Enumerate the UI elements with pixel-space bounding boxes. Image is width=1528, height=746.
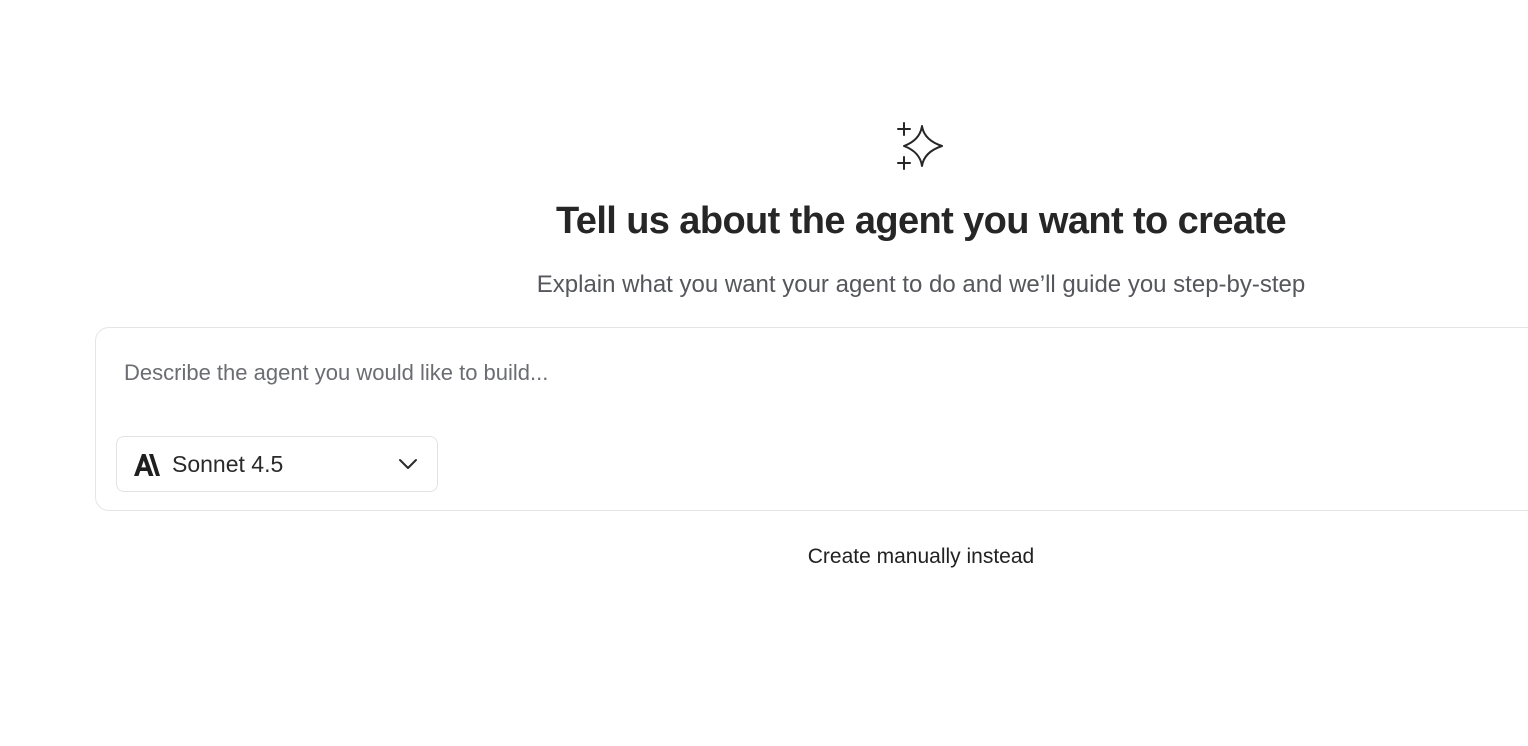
sparkle-icon	[897, 122, 943, 170]
create-manually-container: Create manually instead	[0, 543, 1528, 571]
create-agent-page: Tell us about the agent you want to crea…	[0, 0, 1528, 746]
agent-description-composer: Sonnet 4.5	[95, 327, 1528, 511]
page-subtitle: Explain what you want your agent to do a…	[536, 271, 1306, 298]
create-manually-link[interactable]: Create manually instead	[808, 545, 1034, 568]
model-selector[interactable]: Sonnet 4.5	[116, 436, 438, 492]
page-title: Tell us about the agent you want to crea…	[556, 200, 1287, 242]
model-selector-label: Sonnet 4.5	[172, 451, 284, 477]
agent-description-input[interactable]	[124, 356, 1504, 390]
chevron-down-icon	[399, 459, 417, 469]
anthropic-logo-icon	[134, 454, 160, 476]
